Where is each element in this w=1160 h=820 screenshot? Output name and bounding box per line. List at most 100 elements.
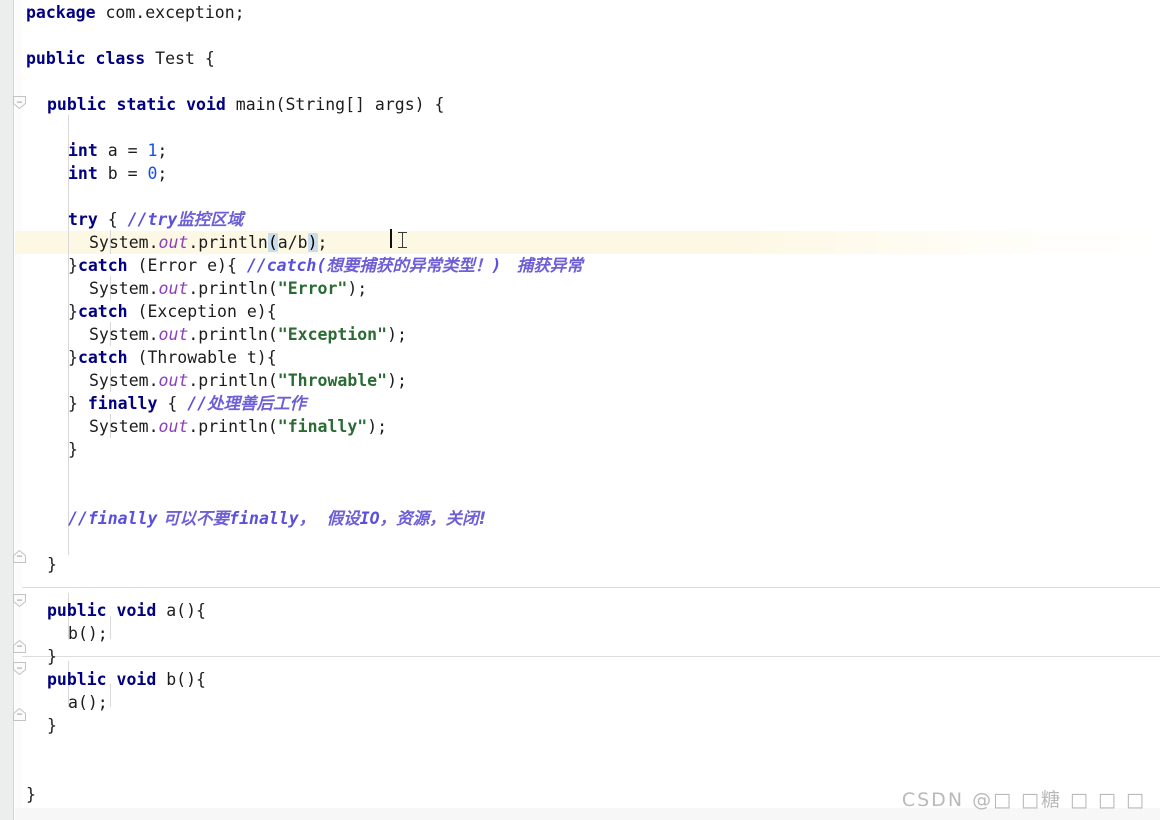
token-punct: [] [345,95,375,114]
code-line[interactable]: }catch (Throwable t){ [68,346,277,369]
code-line[interactable]: } finally { //处理善后工作 [68,392,306,415]
code-line[interactable]: //finally 可以不要finally， 假设IO，资源，关闭! [68,507,486,530]
fold-up-icon[interactable] [12,707,27,723]
token-punct: { [157,394,188,413]
token-punct: . [148,371,159,390]
code-line[interactable]: public void b(){ [47,668,206,691]
token-punct: ) { [414,95,445,114]
token-cmt-cn: 可以不要 [157,509,230,528]
code-line[interactable]: a(); [68,691,108,714]
code-line[interactable]: } [47,553,57,576]
token-cmt-cn: 监控区域 [177,210,244,229]
token-punct [145,49,155,68]
token-kw: public [47,601,107,620]
code-line[interactable]: public void a(){ [47,599,206,622]
token-cmt: //catch( [246,256,327,275]
token-punct: a = [97,141,148,160]
code-text-area[interactable]: package com.exception; public class Test … [0,0,1160,820]
token-cmt-cn: 想要捕获的异常类型！ [326,256,492,275]
token-punct [107,601,117,620]
token-cmt: ) [491,256,512,275]
token-ident: Exception [147,302,237,321]
token-punct [96,3,106,22]
token-kw: int [68,141,98,160]
token-str: "Exception" [277,325,388,344]
token-punct: . [188,371,199,390]
code-line[interactable]: int b = 0; [68,162,167,185]
code-line[interactable]: System.out.println("Error"); [89,277,367,300]
token-punct: ); [387,371,407,390]
code-line[interactable]: }catch (Error e){ //catch(想要捕获的异常类型！) 捕获… [68,254,583,277]
token-str: "Error" [277,279,348,298]
code-line[interactable]: b(); [68,622,108,645]
token-ident: println [198,417,268,436]
token-punct: ( [127,256,148,275]
token-punct [226,95,236,114]
code-line[interactable]: }catch (Exception e){ [68,300,277,323]
token-punct [156,670,166,689]
token-field: out [158,279,189,298]
token-ident: System [89,371,149,390]
token-punct: e){ [236,302,277,321]
token-ident: Test [155,49,195,68]
token-punct: . [148,325,159,344]
fold-down-icon[interactable] [12,593,27,609]
token-kw: public [47,670,107,689]
code-line[interactable]: try { //try监控区域 [68,208,243,231]
fold-up-icon[interactable] [12,549,27,565]
token-ident: com.exception [105,3,235,22]
code-line[interactable]: } [26,783,36,806]
token-ident: a [68,693,78,712]
token-kw: class [95,49,146,68]
token-punct [156,601,166,620]
token-punct: ); [387,325,407,344]
token-punct: (){ [176,601,206,620]
code-line[interactable]: System.out.println(a/b); [89,231,327,254]
token-punct: (); [77,624,108,643]
token-kw: static [116,95,177,114]
token-cmt: //finally [68,509,158,528]
code-line[interactable]: int a = 1; [68,139,167,162]
code-line[interactable]: System.out.println("Throwable"); [89,369,407,392]
token-punct: { [97,210,128,229]
csdn-watermark: CSDN @□ □糖 □ □ □ [901,789,1146,811]
token-punct: . [188,417,199,436]
token-kw: catch [77,348,128,367]
token-ident: println [198,279,268,298]
code-line[interactable]: public class Test { [26,47,215,70]
code-editor[interactable]: package com.exception; public class Test … [0,0,1160,820]
token-str: "finally" [277,417,368,436]
token-punct: ( [127,302,148,321]
token-ident: println [198,233,268,252]
token-kw: package [26,3,96,22]
token-punct: b = [97,164,148,183]
token-str: "Throwable" [277,371,388,390]
token-ident: Error [147,256,198,275]
token-punct: } [68,394,88,413]
code-line[interactable]: System.out.println("finally"); [89,415,387,438]
fold-down-icon[interactable] [12,95,27,111]
code-line[interactable]: System.out.println("Exception"); [89,323,407,346]
token-punct: ( [267,371,278,390]
code-line[interactable]: public static void main(String[] args) { [47,93,444,116]
code-line[interactable]: } [47,714,57,737]
token-ident: System [89,417,149,436]
code-line[interactable]: } [68,438,78,461]
fold-down-icon[interactable] [12,661,27,677]
token-kw: public [26,49,86,68]
code-line[interactable]: } [47,645,57,668]
token-punct: } [26,785,36,804]
token-punct: . [148,233,159,252]
token-cmt-cn: 处理善后工作 [207,394,307,413]
token-ident: args [374,95,415,114]
token-field: out [158,325,189,344]
token-punct: ( [267,279,278,298]
token-punct: . [148,279,159,298]
token-brk: ( [267,233,278,252]
token-punct: a/b [277,233,308,252]
token-ident: System [89,233,149,252]
code-line[interactable]: package com.exception; [26,1,245,24]
token-num: 0 [147,164,158,183]
fold-up-icon[interactable] [12,639,27,655]
token-kw: try [68,210,98,229]
